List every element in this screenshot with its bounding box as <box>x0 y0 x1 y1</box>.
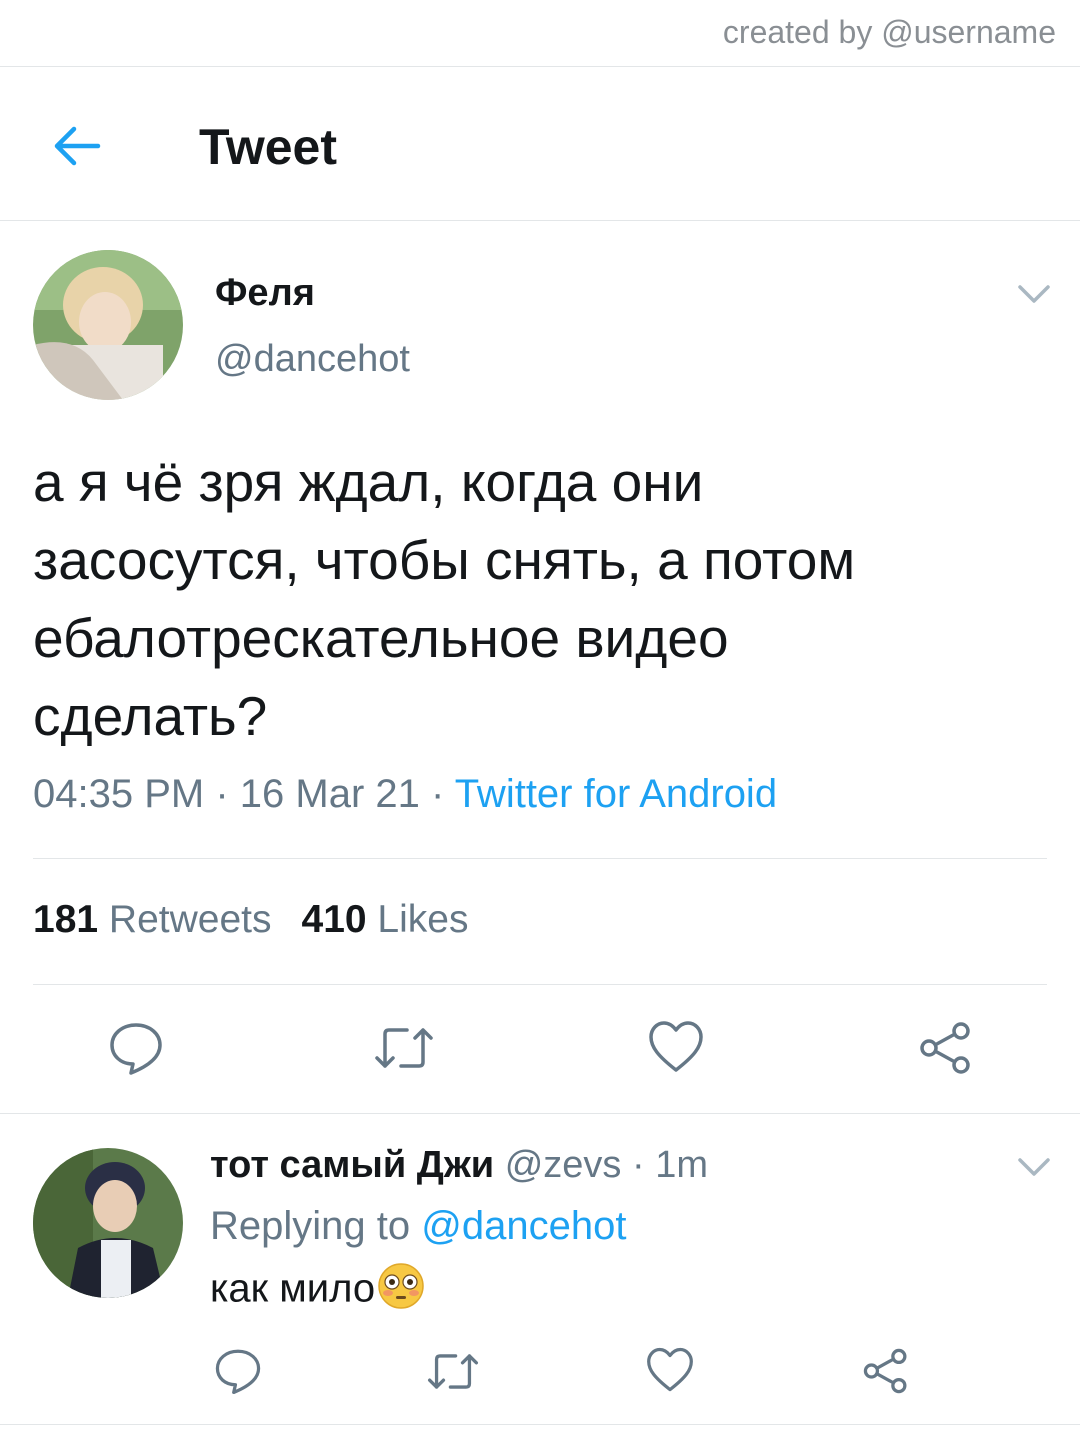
meta-separator: · <box>204 772 240 816</box>
stats-divider <box>33 984 1047 985</box>
tweet-text: а я чё зря ждал, когда они засосутся, чт… <box>33 443 1033 755</box>
replying-to: Replying to @dancehot <box>210 1204 626 1249</box>
header-divider <box>0 220 1080 221</box>
watermark-credit: created by @username <box>722 14 1056 50</box>
reply-author-avatar[interactable] <box>33 1148 183 1298</box>
arrow-left-icon <box>54 126 101 166</box>
tweet-text-line: ебалотрескательное видео <box>33 607 729 669</box>
chevron-down-icon <box>1018 1158 1050 1176</box>
reply-like-button[interactable] <box>646 1347 694 1398</box>
reply-share-button[interactable] <box>862 1347 910 1400</box>
retweets-label: Retweets <box>108 898 272 941</box>
tweet-meta: 04:35 PM · 16 Mar 21 · Twitter for Andro… <box>33 772 777 817</box>
tweet-menu-button[interactable] <box>1016 282 1052 306</box>
reply-button[interactable] <box>108 1020 164 1081</box>
share-icon <box>920 1022 970 1074</box>
likes-label: Likes <box>377 898 469 941</box>
back-button[interactable] <box>46 116 106 176</box>
tweet-source-link[interactable]: Twitter for Android <box>455 772 777 816</box>
reply-divider <box>0 1424 1080 1425</box>
reply-author-name[interactable]: тот самый Джи <box>210 1144 494 1186</box>
app-header: Tweet <box>0 68 1080 220</box>
likes-count: 410 <box>301 898 367 941</box>
reply-reply-button[interactable] <box>214 1347 262 1400</box>
tweet-stats: 181 Retweets 410 Likes <box>33 898 468 942</box>
like-icon <box>649 1021 703 1072</box>
reply-author-handle[interactable]: @zevs <box>505 1144 622 1186</box>
like-button[interactable] <box>648 1020 704 1079</box>
tweet-text-line: засосутся, чтобы снять, а потом <box>33 529 856 591</box>
reply-separator: · <box>621 1144 656 1186</box>
author-name[interactable]: Феля <box>215 272 315 315</box>
likes-stat[interactable]: 410 Likes <box>302 898 469 941</box>
reply-menu-button[interactable] <box>1016 1155 1052 1179</box>
author-handle[interactable]: @dancehot <box>215 338 410 381</box>
retweets-stat[interactable]: 181 Retweets <box>33 898 272 941</box>
author-avatar[interactable] <box>33 250 183 400</box>
meta-divider <box>33 858 1047 859</box>
reply-header: тот самый Джи @zevs · 1m <box>210 1144 708 1187</box>
reply-time: 1m <box>655 1144 708 1186</box>
tweet-text-line: сделать? <box>33 685 268 747</box>
meta-separator: · <box>419 772 455 816</box>
tweet-text-line: а я чё зря ждал, когда они <box>33 451 704 513</box>
reply-icon <box>110 1023 162 1075</box>
flushed-face-emoji <box>377 1262 425 1320</box>
chevron-down-icon <box>1018 285 1050 303</box>
tweet-time: 04:35 PM <box>33 772 205 816</box>
replying-to-mention[interactable]: @dancehot <box>421 1204 626 1248</box>
retweets-count: 181 <box>33 898 99 941</box>
tweet-divider <box>0 1113 1080 1114</box>
tweet-date: 16 Mar 21 <box>239 772 420 816</box>
retweet-icon <box>427 1354 479 1389</box>
reply-text-content: как мило <box>210 1266 376 1311</box>
retweet-button[interactable] <box>373 1022 435 1079</box>
reply-retweet-button[interactable] <box>426 1349 480 1399</box>
like-icon <box>647 1347 693 1392</box>
retweet-icon <box>375 1028 433 1068</box>
share-button[interactable] <box>918 1020 974 1081</box>
replying-to-label: Replying to <box>210 1204 422 1248</box>
reply-icon <box>215 1349 261 1395</box>
reply-text: как мило <box>210 1262 425 1320</box>
top-divider <box>0 66 1080 67</box>
page-title: Tweet <box>199 119 337 175</box>
share-icon <box>863 1348 907 1394</box>
